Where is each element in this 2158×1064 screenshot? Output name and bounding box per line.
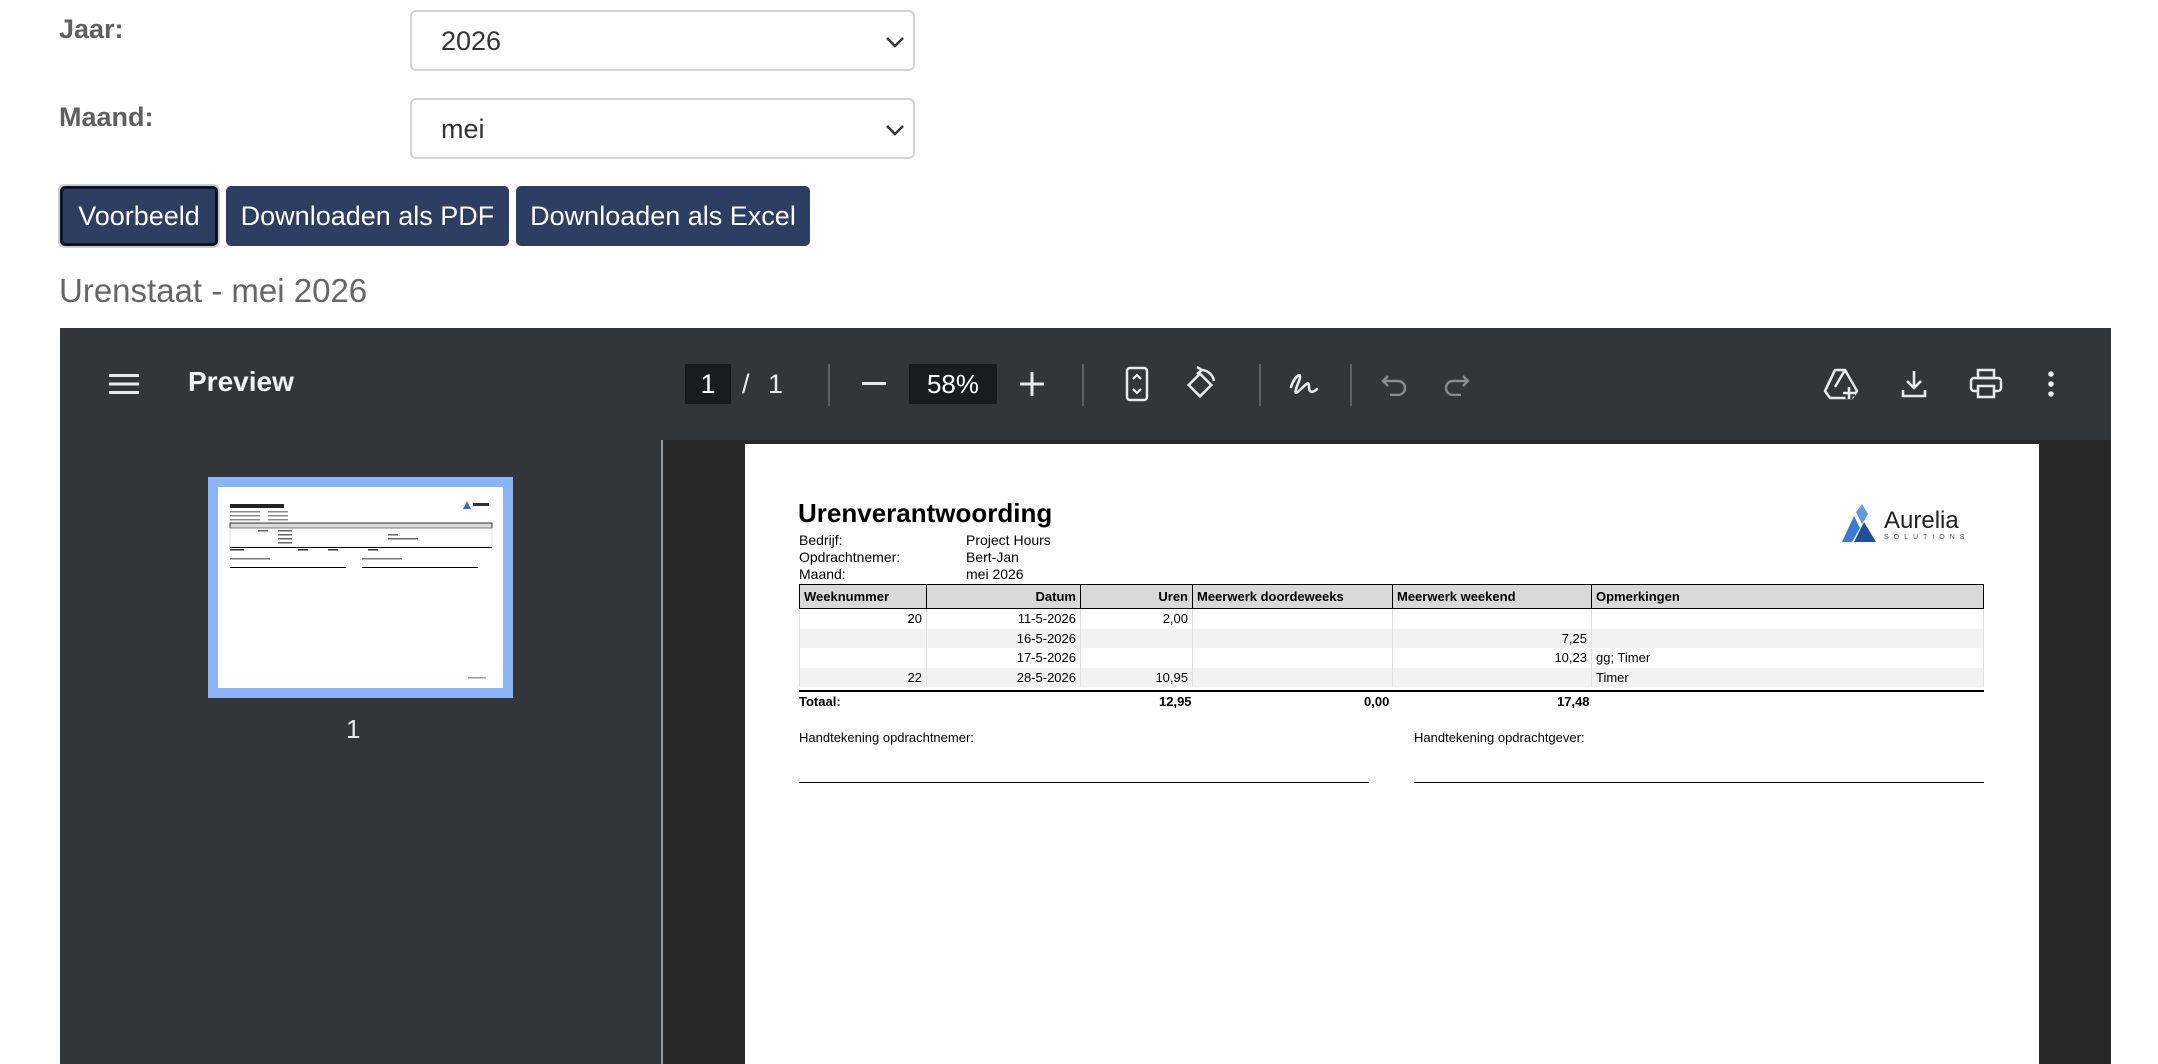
table-header-row: Weeknummer Datum Uren Meerwerk doordewee… (799, 584, 1984, 609)
cell-week: 22 (799, 667, 927, 687)
cell-hours (1080, 628, 1193, 648)
cell-date: 28-5-2026 (926, 667, 1081, 687)
page-separator: / (742, 369, 750, 399)
toolbar-divider (828, 364, 830, 406)
download-excel-button[interactable]: Downloaden als Excel (516, 186, 810, 246)
cell-overtime-weekend (1392, 667, 1592, 687)
cell-week (799, 628, 927, 648)
cell-week (799, 648, 927, 668)
cell-remarks: Timer (1591, 667, 1984, 687)
cell-overtime-weekend (1392, 608, 1592, 629)
cell-hours (1080, 648, 1193, 668)
column-header-overtime-weekdays: Meerwerk doordeweeks (1192, 584, 1393, 609)
more-icon[interactable] (2038, 364, 2064, 404)
toolbar-divider (1350, 364, 1352, 406)
cell-overtime-weekdays (1192, 648, 1393, 668)
totals-overtime-weekend: 17,48 (1557, 694, 1590, 709)
viewer-title: Preview (188, 366, 294, 397)
month-label: Maand: (59, 102, 154, 132)
redo-icon[interactable] (1439, 366, 1475, 402)
aurelia-logo-mark (1842, 504, 1876, 542)
zoom-in-icon[interactable] (1014, 366, 1050, 402)
cell-week: 20 (799, 608, 927, 629)
signature-contractor-line (799, 782, 1369, 783)
table-row: 22 28-5-2026 10,95 Timer (799, 667, 1984, 687)
meta-company-value: Project Hours (966, 532, 1051, 548)
meta-month-label: Maand: (799, 566, 846, 582)
logo-subtitle: SOLUTIONS (1884, 533, 1970, 541)
menu-icon[interactable] (106, 366, 142, 402)
column-header-remarks: Opmerkingen (1591, 584, 1984, 609)
column-header-week: Weeknummer (799, 584, 927, 609)
chevron-down-icon (886, 37, 904, 48)
totals-label: Totaal: (799, 694, 841, 709)
cell-overtime-weekdays (1192, 628, 1393, 648)
chevron-down-icon (886, 125, 904, 136)
viewer-toolbar: Preview 1 / 1 58% (60, 328, 2111, 440)
cell-overtime-weekend: 7,25 (1392, 628, 1592, 648)
page-thumbnail[interactable] (208, 477, 513, 698)
cell-overtime-weekdays (1192, 608, 1393, 629)
month-select[interactable]: mei (410, 98, 915, 159)
toolbar-divider (1082, 364, 1084, 406)
table-row: 16-5-2026 7,25 (799, 628, 1984, 648)
hours-table: Weeknummer Datum Uren Meerwerk doordewee… (799, 584, 1984, 687)
zoom-out-icon[interactable] (856, 366, 892, 402)
month-select-value: mei (441, 114, 485, 144)
fit-page-icon[interactable] (1119, 364, 1155, 404)
pdf-viewer: Preview 1 / 1 58% 1 Urenverantwoording B… (60, 328, 2111, 1064)
thumbnail-sidebar: 1 (60, 440, 661, 1064)
cell-date: 11-5-2026 (926, 608, 1081, 629)
undo-icon[interactable] (1376, 366, 1412, 402)
company-logo: Aurelia SOLUTIONS (1840, 504, 1969, 544)
zoom-level-input[interactable]: 58% (909, 364, 997, 404)
signature-contractor-label: Handtekening opdrachtnemer: (799, 730, 974, 745)
year-select-value: 2026 (441, 26, 502, 56)
column-header-hours: Uren (1080, 584, 1193, 609)
year-select[interactable]: 2026 (410, 10, 915, 71)
cell-hours: 2,00 (1080, 608, 1193, 629)
meta-company-label: Bedrijf: (799, 532, 843, 548)
cell-remarks: gg; Timer (1591, 648, 1984, 668)
meta-contractor-value: Bert-Jan (966, 549, 1019, 565)
thumbnail-page-preview (218, 487, 503, 688)
signature-client-line (1414, 782, 1984, 783)
cell-remarks (1591, 608, 1984, 629)
cell-remarks (1591, 628, 1984, 648)
column-header-overtime-weekend: Meerwerk weekend (1392, 584, 1592, 609)
cell-overtime-weekend: 10,23 (1392, 648, 1592, 668)
thumbnail-page-number: 1 (346, 714, 361, 744)
download-pdf-button[interactable]: Downloaden als PDF (226, 186, 509, 246)
cell-hours: 10,95 (1080, 667, 1193, 687)
table-row: 20 11-5-2026 2,00 (799, 608, 1984, 629)
drive-icon[interactable] (1820, 364, 1862, 404)
document-page: Urenverantwoording Bedrijf: Project Hour… (745, 444, 2039, 1064)
table-row: 17-5-2026 10,23 gg; Timer (799, 648, 1984, 668)
document-title: Urenverantwoording (798, 498, 1053, 528)
totals-hours: 12,95 (1159, 694, 1192, 709)
totals-overtime-weekdays: 0,00 (1364, 694, 1390, 709)
signature-client-label: Handtekening opdrachtgever: (1414, 730, 1585, 745)
totals-row: Totaal: 12,95 0,00 17,48 (799, 690, 1984, 712)
print-icon[interactable] (1966, 364, 2006, 404)
page-number-input[interactable]: 1 (685, 364, 731, 404)
rotate-icon[interactable] (1181, 364, 1221, 404)
preview-button[interactable]: Voorbeeld (60, 186, 218, 246)
download-icon[interactable] (1896, 364, 1932, 404)
column-header-date: Datum (926, 584, 1081, 609)
page-total: 1 (768, 369, 784, 399)
toolbar-divider (1259, 364, 1261, 406)
document-area: Urenverantwoording Bedrijf: Project Hour… (663, 440, 2111, 1064)
thumbnail-render (229, 501, 493, 679)
annotate-icon[interactable] (1284, 364, 1324, 404)
year-label: Jaar: (59, 14, 124, 44)
cell-overtime-weekdays (1192, 667, 1393, 687)
page-heading: Urenstaat - mei 2026 (59, 272, 368, 309)
meta-contractor-label: Opdrachtnemer: (799, 549, 901, 565)
logo-name: Aurelia (1884, 506, 1959, 534)
cell-date: 16-5-2026 (926, 628, 1081, 648)
meta-month-value: mei 2026 (966, 566, 1024, 582)
cell-date: 17-5-2026 (926, 648, 1081, 668)
